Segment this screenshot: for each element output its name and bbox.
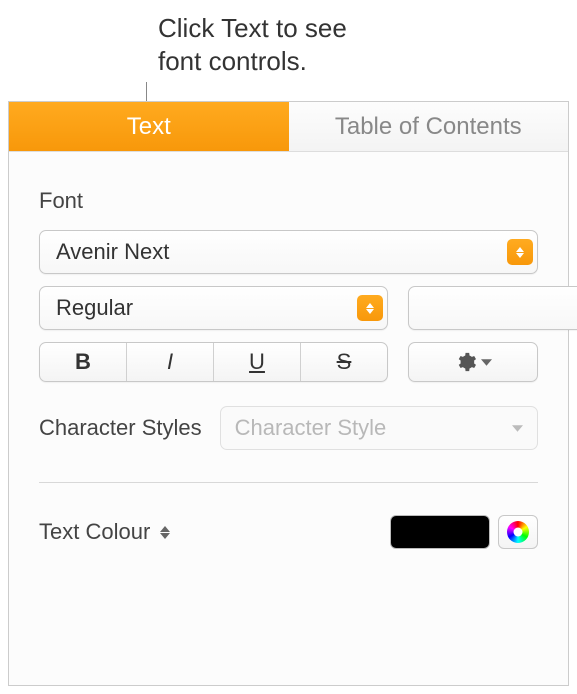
font-size-field [408,286,538,330]
annotation-line2: font controls. [158,45,347,78]
gear-icon [455,351,477,373]
strikethrough-button[interactable]: S [301,343,387,381]
updown-arrows-icon [507,239,533,265]
font-section-label: Font [39,188,538,214]
inspector-tabs: Text Table of Contents [9,102,568,152]
character-styles-label: Character Styles [39,415,202,441]
color-picker-button[interactable] [498,515,538,549]
font-weight-value: Regular [56,295,357,321]
text-color-well[interactable] [390,515,490,549]
tab-table-of-contents[interactable]: Table of Contents [289,102,569,152]
tab-toc-label: Table of Contents [335,113,522,141]
text-color-popup[interactable]: Text Colour [39,519,170,545]
color-controls [390,515,538,549]
font-size-input[interactable] [408,286,577,330]
underline-button[interactable]: U [214,343,301,381]
font-family-value: Avenir Next [56,239,507,265]
advanced-options-button[interactable] [408,342,538,382]
updown-arrows-icon [357,295,383,321]
inspector-content: Font Avenir Next Regular [9,152,568,569]
divider [39,482,538,483]
color-wheel-icon [507,521,529,543]
underline-label: U [249,349,265,375]
character-styles-placeholder: Character Style [235,415,387,441]
font-family-select[interactable]: Avenir Next [39,230,538,274]
font-weight-select[interactable]: Regular [39,286,388,330]
bold-label: B [75,349,91,375]
italic-label: I [167,349,173,375]
bold-button[interactable]: B [40,343,127,381]
tab-text-label: Text [127,113,171,141]
strike-label: S [337,349,352,375]
annotation-line1: Click Text to see [158,12,347,45]
annotation-callout: Click Text to see font controls. [158,12,347,77]
tab-text[interactable]: Text [9,102,289,152]
italic-button[interactable]: I [127,343,214,381]
text-style-segmented: B I U S [39,342,388,382]
character-styles-select[interactable]: Character Style [220,406,538,450]
updown-chevron-icon [160,526,170,539]
chevron-down-icon [512,425,523,432]
chevron-down-icon [481,359,492,366]
inspector-panel: Text Table of Contents Font Avenir Next … [8,101,569,686]
text-color-label: Text Colour [39,519,150,545]
